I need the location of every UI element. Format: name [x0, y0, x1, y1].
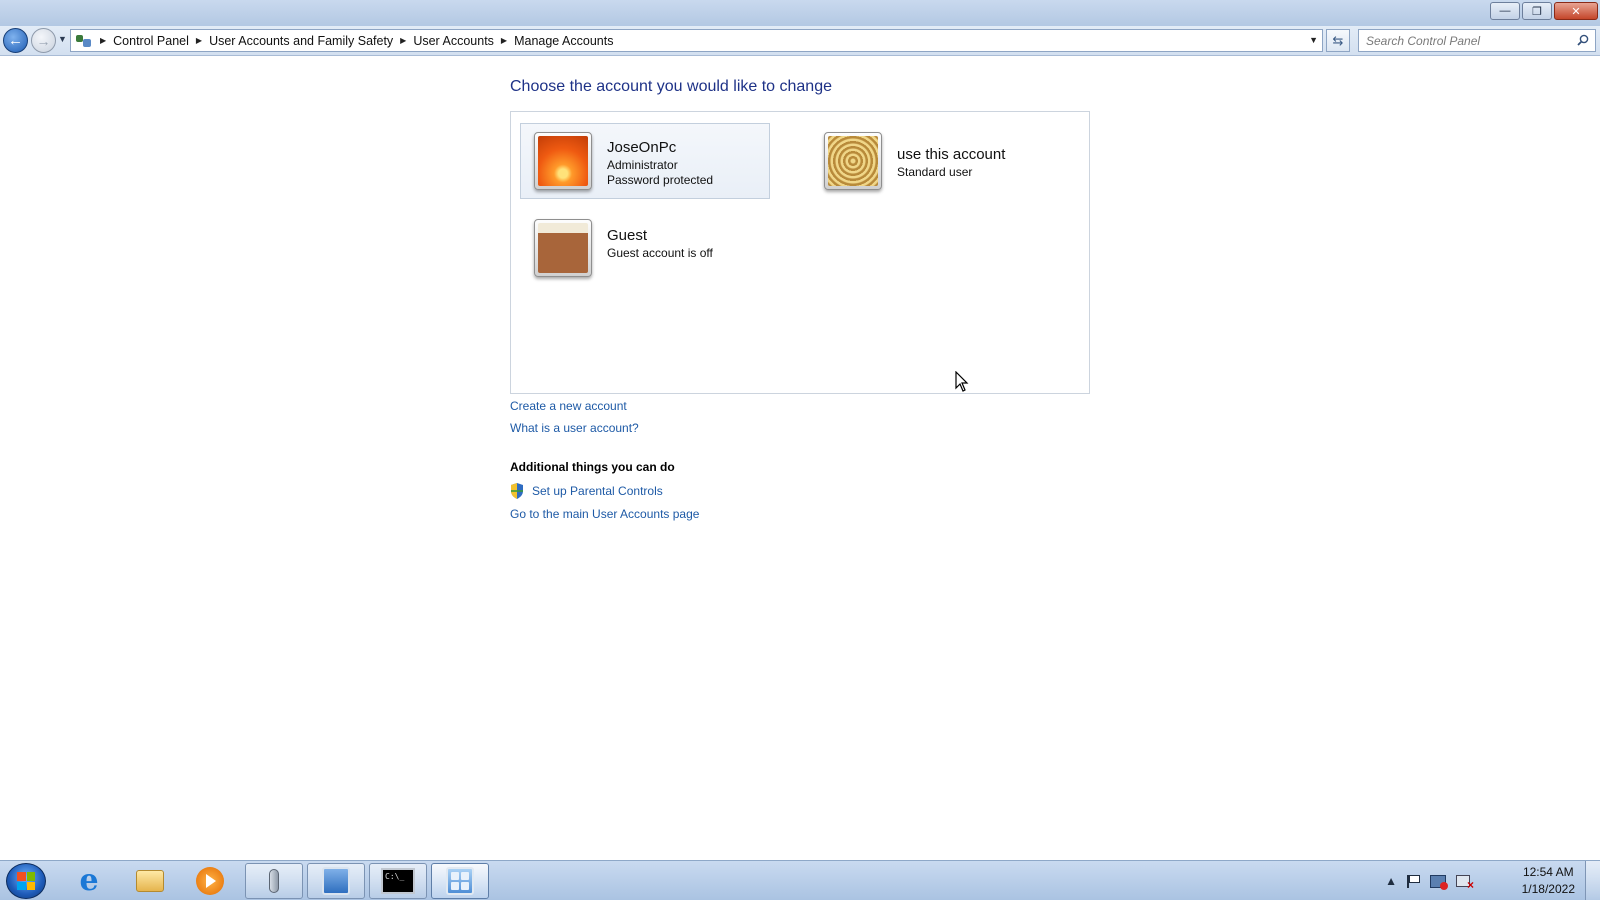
internet-explorer-icon: e	[79, 863, 99, 898]
start-button[interactable]	[6, 863, 46, 899]
action-center-flag-icon[interactable]	[1407, 874, 1420, 888]
show-desktop-button[interactable]	[1585, 861, 1600, 900]
breadcrumb-manage-accounts[interactable]: Manage Accounts	[514, 34, 613, 48]
account-name: JoseOnPc	[607, 139, 677, 156]
account-type: Administrator	[607, 158, 678, 172]
accounts-panel: JoseOnPc Administrator Password protecte…	[510, 111, 1090, 394]
minimize-button[interactable]: —	[1490, 2, 1520, 20]
account-status: Password protected	[607, 173, 714, 187]
refresh-button[interactable]: ⇆	[1326, 29, 1350, 52]
taskbar-internet-explorer[interactable]: e	[60, 863, 118, 899]
account-type: Standard user	[897, 165, 973, 179]
account-tile-joseonpc[interactable]: JoseOnPc Administrator Password protecte…	[520, 123, 770, 199]
breadcrumb-separator-icon[interactable]: ▶	[400, 36, 406, 45]
clock-date: 1/18/2022	[1521, 882, 1575, 896]
control-panel-icon	[446, 867, 474, 895]
address-dropdown-icon[interactable]: ▼	[1309, 35, 1318, 45]
search-box[interactable]	[1358, 29, 1596, 52]
main-user-accounts-link[interactable]: Go to the main User Accounts page	[510, 507, 699, 521]
address-toolbar: ← → ▼ ▶ Control Panel ▶ User Accounts an…	[0, 26, 1600, 56]
account-tile-guest[interactable]: Guest Guest account is off	[520, 210, 770, 286]
parental-controls-link[interactable]: Set up Parental Controls	[532, 484, 663, 498]
breadcrumb-separator-icon[interactable]: ▶	[100, 36, 106, 45]
additional-things-heading: Additional things you can do	[510, 460, 675, 474]
remote-desktop-icon	[322, 867, 350, 895]
restore-button[interactable]: ❐	[1522, 2, 1552, 20]
close-button[interactable]: ✕	[1554, 2, 1598, 20]
what-is-user-account-link[interactable]: What is a user account?	[510, 421, 639, 435]
system-tray: ▲	[1385, 861, 1474, 900]
briefcase-avatar	[534, 219, 592, 277]
microphone-icon	[269, 869, 279, 893]
forward-button[interactable]: →	[31, 28, 56, 53]
network-icon[interactable]	[1430, 874, 1448, 890]
breadcrumb-separator-icon[interactable]: ▶	[501, 36, 507, 45]
breadcrumb-separator-icon[interactable]: ▶	[196, 36, 202, 45]
search-input[interactable]	[1359, 30, 1569, 51]
seashell-avatar	[824, 132, 882, 190]
folder-icon	[136, 870, 164, 892]
back-button[interactable]: ←	[3, 28, 28, 53]
taskbar-command-prompt[interactable]: C:\_	[369, 863, 427, 899]
back-arrow-icon: ←	[8, 32, 23, 49]
volume-muted-icon[interactable]	[1456, 875, 1474, 892]
page-title: Choose the account you would like to cha…	[510, 78, 832, 95]
orange-flower-avatar	[534, 132, 592, 190]
control-panel-icon	[75, 33, 93, 49]
search-icon[interactable]	[1577, 34, 1589, 46]
window-title-bar: — ❐ ✕	[0, 0, 1600, 26]
media-player-icon	[196, 867, 224, 895]
mouse-cursor-icon	[955, 371, 969, 392]
refresh-icon: ⇆	[1332, 32, 1344, 48]
breadcrumb-user-accounts-family-safety[interactable]: User Accounts and Family Safety	[209, 34, 393, 48]
command-prompt-icon: C:\_	[381, 868, 415, 894]
account-tile-use-this-account[interactable]: use this account Standard user	[810, 123, 1060, 199]
window-controls: — ❐ ✕	[1490, 2, 1598, 20]
create-account-link[interactable]: Create a new account	[510, 399, 627, 413]
taskbar-media-player[interactable]	[181, 863, 239, 899]
taskbar-windows-explorer[interactable]	[121, 863, 179, 899]
forward-arrow-icon: →	[36, 32, 51, 49]
taskbar-control-panel[interactable]	[431, 863, 489, 899]
clock-time: 12:54 AM	[1522, 865, 1574, 879]
clock[interactable]: 12:54 AM 1/18/2022	[1522, 864, 1575, 898]
address-bar[interactable]: ▶ Control Panel ▶ User Accounts and Fami…	[70, 29, 1323, 52]
account-status: Guest account is off	[607, 246, 713, 260]
recent-pages-dropdown[interactable]: ▼	[58, 34, 67, 44]
taskbar-remote-desktop[interactable]	[307, 863, 365, 899]
shield-icon	[511, 483, 523, 499]
breadcrumb-control-panel[interactable]: Control Panel	[113, 34, 189, 48]
breadcrumb-user-accounts[interactable]: User Accounts	[413, 34, 494, 48]
taskbar: e C:\_ ▲ 12:54 AM 1/18/2022	[0, 860, 1600, 900]
taskbar-speech-recognition[interactable]	[245, 863, 303, 899]
account-name: Guest	[607, 227, 648, 244]
windows-logo-icon	[17, 872, 35, 890]
show-hidden-icons-icon[interactable]: ▲	[1385, 874, 1397, 888]
account-name: use this account	[897, 146, 1006, 163]
